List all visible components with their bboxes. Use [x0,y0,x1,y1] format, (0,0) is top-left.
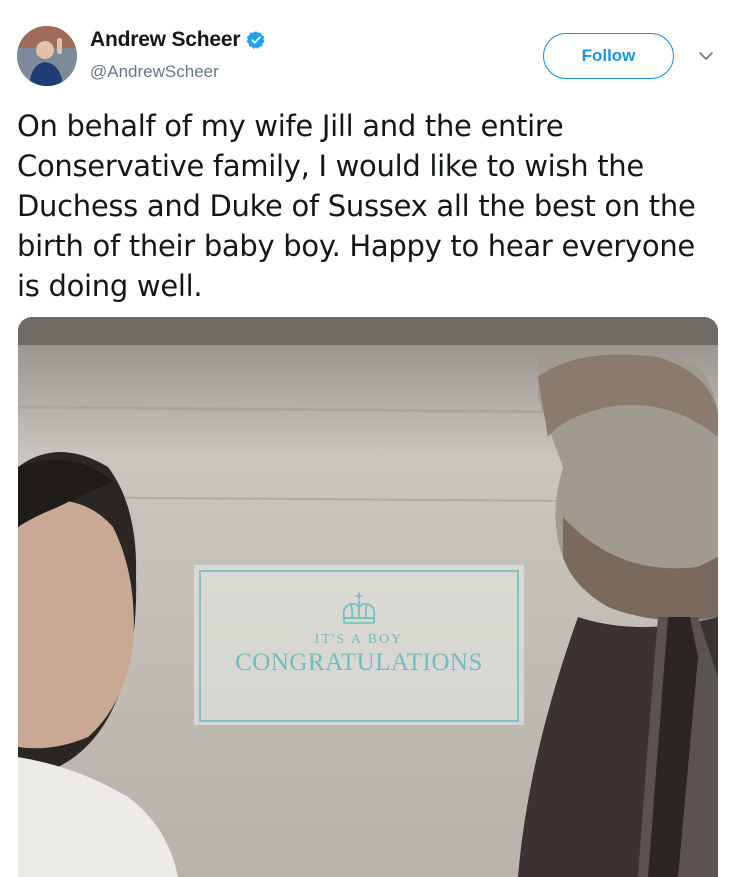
crown-icon [342,592,376,624]
name-row: Andrew Scheer [90,28,266,52]
profile-photo-icon [17,26,77,86]
chevron-down-icon[interactable] [698,50,714,62]
author-handle[interactable]: @AndrewScheer [90,62,219,82]
overlay-title: CONGRATULATIONS [235,649,483,676]
follow-button[interactable]: Follow [543,33,674,79]
verified-badge-icon [246,31,265,49]
tweet-media-image[interactable]: IT'S A BOY CONGRATULATIONS [18,317,718,877]
tweet-text: On behalf of my wife Jill and the entire… [17,109,696,303]
author-name[interactable]: Andrew Scheer [90,28,240,52]
congratulations-card: IT'S A BOY CONGRATULATIONS [194,565,524,725]
tweet-header: Andrew Scheer @AndrewScheer Follow [0,0,733,100]
avatar[interactable] [17,26,77,86]
overlay-subtitle: IT'S A BOY [314,632,404,647]
